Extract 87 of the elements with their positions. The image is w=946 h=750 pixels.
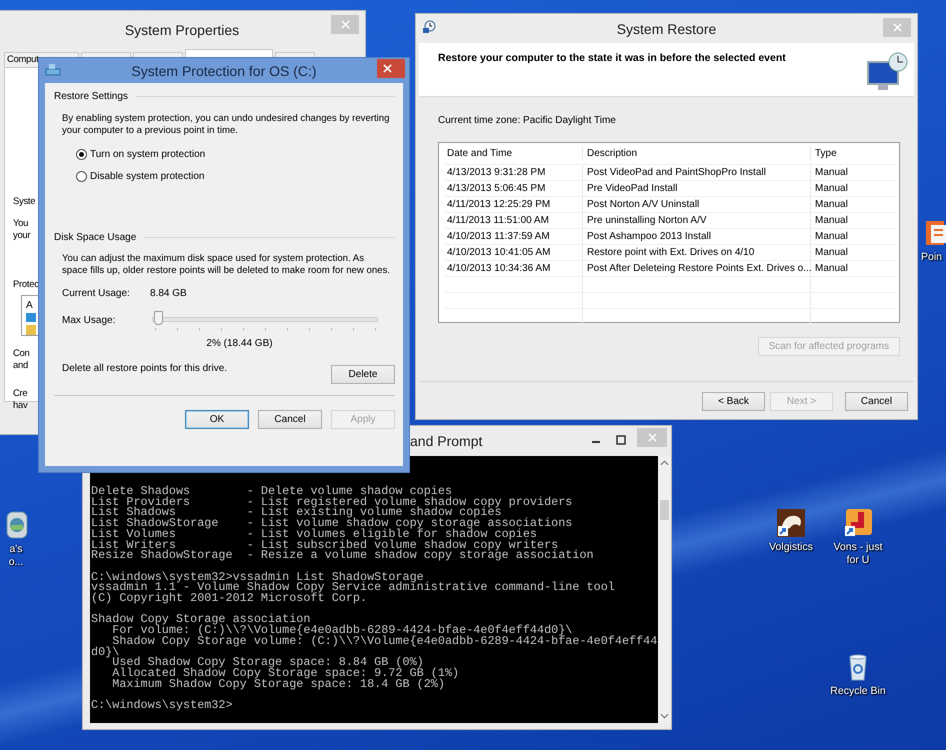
table-cell-text: Manual <box>814 230 849 244</box>
window-title: System Restore <box>616 20 716 36</box>
table-cell-text: Manual <box>814 198 849 212</box>
label-text: Cre <box>13 388 28 400</box>
table-cell: 4/11/2013 12:25:29 PM <box>443 197 583 212</box>
console-line: List Shadows - List existing volume shadow copies <box>90 507 502 518</box>
table-cell-text: Manual <box>814 182 849 196</box>
label-text: Protec <box>13 279 39 291</box>
label-text: Con <box>13 348 30 360</box>
console-line: Maximum Shadow Copy Storage space: 18.4 GB (2%) <box>111 678 445 690</box>
icon-label[interactable]: Recycle Bin <box>830 685 886 698</box>
icon-label[interactable]: Vons - just <box>833 541 883 554</box>
table-cell: Post After Deleteing Restore Points Ext. Drives o... <box>583 261 811 276</box>
window-title: and Prompt <box>410 433 482 449</box>
console-line: Delete Shadows - Delete volume shadow copies <box>90 486 452 497</box>
console-line: Shadow Copy Storage association <box>90 614 310 626</box>
console-line: C:\windows\system32>vssadmin List ShadowStorage <box>90 572 424 582</box>
field-label: Current Usage: <box>62 288 131 299</box>
group-heading: Restore Settings <box>54 91 128 102</box>
table-cell: Pre uninstalling Norton A/V <box>583 213 811 228</box>
description-text: By enabling system protection, you can undo undesired changes by reverting your computer to a previous point in time. <box>62 113 390 136</box>
delete-text: Delete all restore points for this drive. <box>62 362 228 374</box>
table-row[interactable]: 4/11/2013 11:51:00 AM Pre uninstalling Norton A/V Manual <box>443 213 895 229</box>
table-cell-text: Manual <box>814 166 849 180</box>
window-title: System Properties <box>124 22 240 38</box>
table-row[interactable]: 4/10/2013 10:34:36 AM Post After Deleteing Restore Points Ext. Drives o... Manual <box>443 261 895 277</box>
column-header[interactable]: Date and Time <box>443 146 583 161</box>
console-line: Resize ShadowStorage - Resize a volume shadow copy storage association <box>90 550 595 561</box>
description-text: You can adjust the maximum disk space used for system protection. As space fills up, older restore points will be deleted to make room for new ones. <box>62 253 391 277</box>
list-text: A <box>26 300 34 311</box>
table-cell: Pre VideoPad Install <box>583 181 811 196</box>
console-line: For volume: (C:)\\?\Volume{e4e0adbb-6289-4424-bfae-4e0f4eff44d0}\ <box>111 625 572 636</box>
console-line: vssadmin 1.1 - Volume Shadow Copy Service administrative command-line tool <box>90 582 616 594</box>
column-header[interactable]: Type <box>811 146 895 161</box>
field-label: Max Usage: <box>62 315 116 326</box>
table-cell: Post Ashampoo 2013 Install <box>583 229 811 244</box>
delete-button[interactable]: Delete <box>331 364 395 384</box>
console-line: Allocated Shadow Copy Storage space: 9.72 GB (1%) <box>111 668 460 679</box>
label-text: your <box>13 230 30 242</box>
label-text: hav <box>13 400 28 412</box>
dialog-button[interactable]: Cancel <box>258 410 322 429</box>
field-value: 8.84 GB <box>150 288 187 299</box>
console-line: Shadow Copy Storage volume: (C:)\\?\Volume{e4e0adbb-6289-4424-bfae-4e0f4eff44 <box>112 636 658 647</box>
icon-label[interactable]: for U <box>846 554 870 567</box>
column-header[interactable]: Description <box>583 146 811 161</box>
label-text: You <box>13 218 30 230</box>
icon-label[interactable]: Poin <box>921 251 942 264</box>
icon-label[interactable]: a's <box>9 543 23 556</box>
table-cell-text: Manual <box>814 262 849 276</box>
header-text: Restore your computer to the state it was in before the selected event <box>438 52 786 66</box>
dialog-button[interactable]: OK <box>185 410 249 429</box>
timezone-text: Current time zone: Pacific Daylight Time <box>438 115 617 126</box>
table-row[interactable]: 4/13/2013 5:06:45 PM Pre VideoPad Install Manual <box>443 181 895 197</box>
wizard-button[interactable]: < Back <box>702 392 765 411</box>
label-text: Syste <box>13 196 36 208</box>
radio-option[interactable]: Turn on system protection <box>76 147 395 162</box>
console-line: List Writers - List subscribed volume shadow copy writers <box>90 540 558 550</box>
icon-label[interactable]: o... <box>8 556 24 569</box>
console-line: List Volumes - List volumes eligible for shadow copies <box>90 528 537 540</box>
table-cell: 4/10/2013 11:37:59 AM <box>443 229 583 244</box>
console-line: (C) Copyright 2001-2012 Microsoft Corp. <box>90 593 368 604</box>
table-cell: Post Norton A/V Uninstall <box>583 197 811 212</box>
radio-option[interactable]: Disable system protection <box>76 169 395 184</box>
table-cell: Restore point with Ext. Drives on 4/10 <box>583 245 811 260</box>
table-row[interactable]: 4/13/2013 9:31:28 PM Post VideoPad and PaintShopPro Install Manual <box>443 165 895 181</box>
console-line: List Providers - List registered volume shadow copy providers <box>90 496 574 508</box>
console-line: List ShadowStorage - List volume shadow copy storage associations <box>90 518 574 529</box>
table-cell: 4/13/2013 5:06:45 PM <box>443 181 583 196</box>
table-cell: Post VideoPad and PaintShopPro Install <box>583 165 811 180</box>
group-heading: Disk Space Usage <box>54 232 136 244</box>
slider-reading: 2% (18.44 GB) <box>206 338 273 349</box>
table-cell-text: Manual <box>814 246 849 260</box>
table-cell: 4/10/2013 10:41:05 AM <box>443 245 583 260</box>
table-cell: 4/13/2013 9:31:28 PM <box>443 165 583 180</box>
table-cell: 4/11/2013 11:51:00 AM <box>443 213 583 228</box>
console-line: C:\windows\system32> <box>90 700 234 711</box>
console-line: Used Shadow Copy Storage space: 8.84 GB (0%) <box>112 657 425 668</box>
table-row[interactable]: 4/10/2013 10:41:05 AM Restore point with Ext. Drives on 4/10 Manual <box>443 245 895 261</box>
table-row[interactable]: 4/10/2013 11:37:59 AM Post Ashampoo 2013 Install Manual <box>443 229 895 245</box>
window-title: System Protection for OS (C:) <box>131 62 317 78</box>
wizard-button[interactable]: Cancel <box>845 392 908 411</box>
console-line: d0}\ <box>90 646 120 658</box>
table-cell-text: Manual <box>814 214 849 228</box>
table-row[interactable]: 4/11/2013 12:25:29 PM Post Norton A/V Uninstall Manual <box>443 197 895 213</box>
table-cell: 4/10/2013 10:34:36 AM <box>443 261 583 276</box>
icon-label[interactable]: Volgistics <box>769 541 813 554</box>
label-text: and <box>13 360 29 372</box>
